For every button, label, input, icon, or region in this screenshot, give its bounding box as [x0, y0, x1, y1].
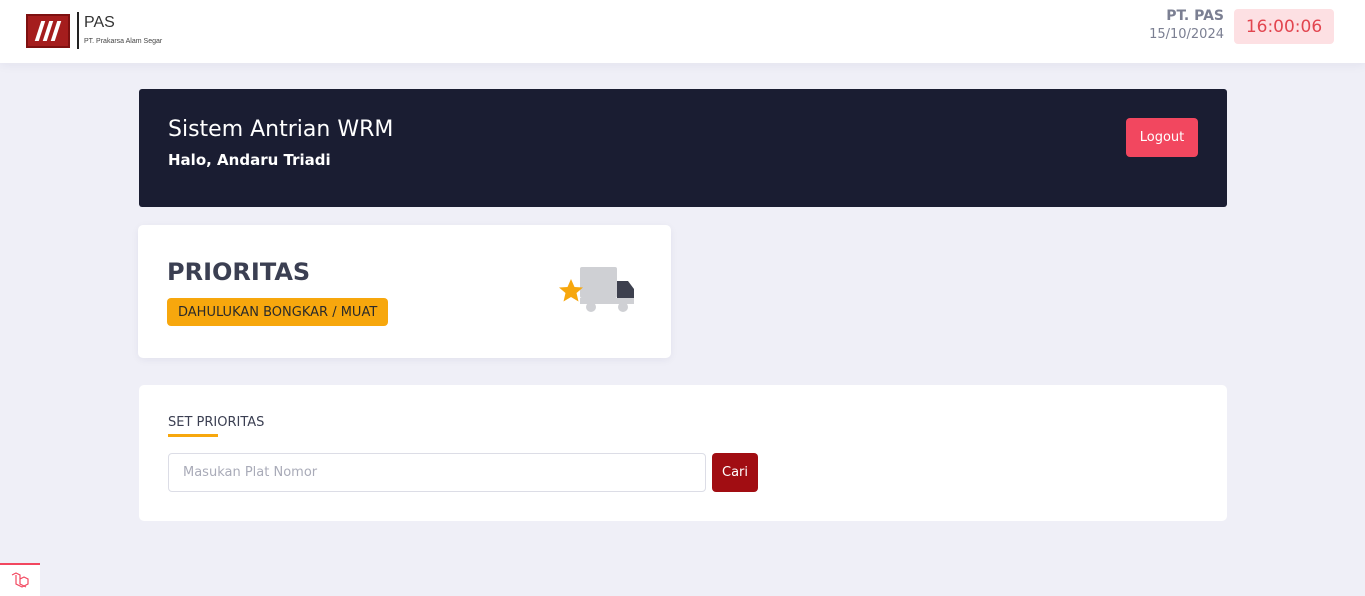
header-card: Sistem Antrian WRM Halo, Andaru Triadi L…	[139, 89, 1227, 207]
logout-button[interactable]: Logout	[1126, 118, 1198, 157]
brand-subtitle: PT. Prakarsa Alam Segar	[84, 38, 163, 45]
laravel-icon	[11, 571, 29, 588]
set-priority-card: SET PRIORITAS Cari	[139, 385, 1227, 521]
current-date: 15/10/2024	[1149, 27, 1224, 42]
user-greeting: Halo, Andaru Triadi	[168, 151, 331, 169]
page-title: Sistem Antrian WRM	[168, 117, 394, 142]
title-underline	[168, 434, 218, 437]
brand-name: PAS	[84, 14, 115, 31]
search-button[interactable]: Cari	[712, 453, 758, 492]
company-logo	[26, 14, 70, 48]
laravel-debug-icon[interactable]	[0, 563, 40, 596]
company-name: PT. PAS	[1166, 8, 1224, 24]
priority-badge: DAHULUKAN BONGKAR / MUAT	[167, 298, 389, 326]
logo-divider	[77, 12, 79, 49]
priority-title: PRIORITAS	[167, 258, 311, 286]
priority-card: PRIORITAS DAHULUKAN BONGKAR / MUAT	[138, 225, 671, 358]
plate-number-input[interactable]	[168, 453, 706, 492]
set-priority-title: SET PRIORITAS	[168, 415, 265, 430]
truck-star-icon	[559, 267, 634, 312]
clock-badge: 16:00:06	[1234, 9, 1334, 44]
top-bar: PAS PT. Prakarsa Alam Segar PT. PAS 15/1…	[0, 0, 1365, 63]
